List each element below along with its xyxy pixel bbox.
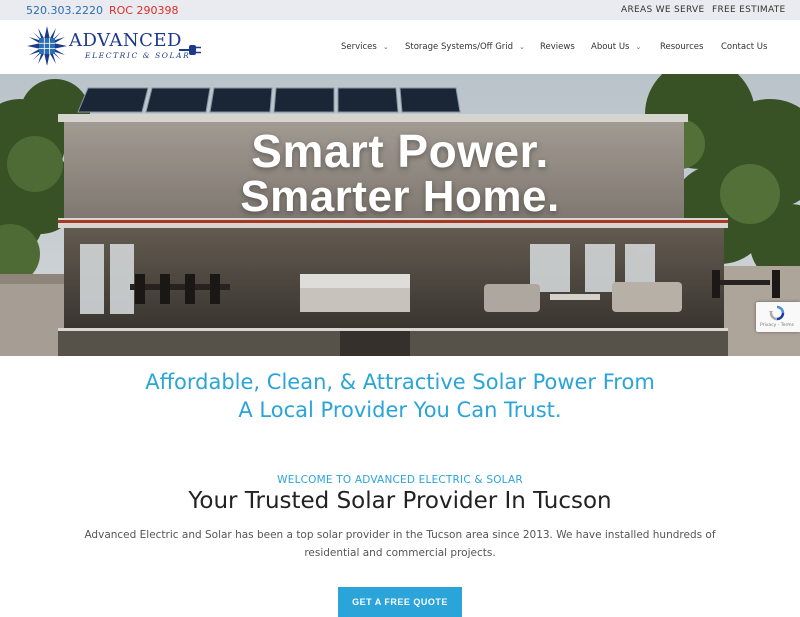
- logo-brand-text: ADVANCED: [69, 30, 182, 51]
- nav-resources-label[interactable]: Resources: [660, 42, 703, 52]
- free-estimate-link[interactable]: FREE ESTIMATE: [712, 5, 786, 15]
- hero-headline-line2: Smarter Home.: [240, 172, 560, 221]
- sun-logo-icon: [27, 26, 67, 66]
- nav-contact-us[interactable]: Contact Us: [721, 42, 767, 52]
- hero-banner: Smart Power. Smarter Home.: [0, 74, 800, 356]
- nav-storage-systems[interactable]: Storage Systems/Off Grid ⌄: [405, 42, 525, 52]
- logo-tagline-text: ELECTRIC & SOLAR: [85, 51, 191, 60]
- nav-contact-us-label[interactable]: Contact Us: [721, 42, 767, 52]
- chevron-down-icon: ⌄: [635, 43, 642, 51]
- value-proposition-line1: Affordable, Clean, & Attractive Solar Po…: [145, 370, 655, 394]
- recaptcha-privacy-terms[interactable]: Privacy - Terms: [760, 323, 794, 328]
- section-description: Advanced Electric and Solar has been a t…: [84, 529, 716, 559]
- site-header: ADVANCED ELECTRIC & SOLAR Services ⌄ Stor…: [0, 20, 800, 74]
- get-free-quote-button[interactable]: GET A FREE QUOTE: [338, 587, 462, 617]
- areas-we-serve-link[interactable]: AREAS WE SERVE: [621, 5, 704, 15]
- nav-reviews-label[interactable]: Reviews: [540, 42, 575, 52]
- value-proposition: Affordable, Clean, & Attractive Solar Po…: [0, 368, 800, 424]
- chevron-down-icon: ⌄: [382, 43, 389, 51]
- nav-about-us-label[interactable]: About Us: [591, 42, 629, 52]
- welcome-eyebrow: WELCOME TO ADVANCED ELECTRIC & SOLAR: [277, 474, 523, 486]
- recaptcha-badge[interactable]: Privacy - Terms: [756, 302, 800, 332]
- section-heading: Your Trusted Solar Provider In Tucson: [188, 488, 612, 514]
- nav-about-us[interactable]: About Us ⌄: [591, 42, 641, 52]
- plug-icon: [179, 45, 201, 55]
- roc-license: ROC 290398: [109, 4, 179, 17]
- hero-headline-line1: Smart Power.: [251, 125, 549, 177]
- nav-services-label[interactable]: Services: [341, 42, 377, 52]
- nav-services[interactable]: Services ⌄: [341, 42, 389, 52]
- site-logo[interactable]: ADVANCED ELECTRIC & SOLAR: [27, 26, 202, 68]
- value-proposition-line2: A Local Provider You Can Trust.: [238, 398, 562, 422]
- chevron-down-icon: ⌄: [519, 43, 525, 51]
- nav-storage-systems-label[interactable]: Storage Systems/Off Grid: [405, 42, 513, 52]
- nav-reviews[interactable]: Reviews: [540, 42, 575, 52]
- nav-resources[interactable]: Resources: [660, 42, 703, 52]
- recaptcha-icon: [769, 305, 785, 321]
- phone-link[interactable]: 520.303.2220: [26, 4, 103, 17]
- top-bar: 520.303.2220 ROC 290398 AREAS WE SERVE F…: [0, 0, 800, 20]
